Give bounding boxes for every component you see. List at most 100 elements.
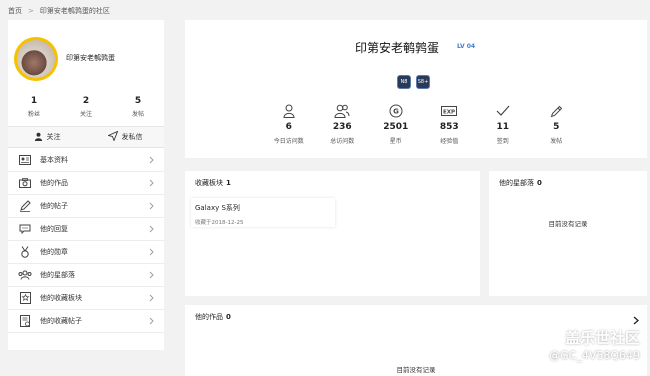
stat-value: 5 [553, 122, 560, 132]
device-badge[interactable]: S8+ [416, 75, 430, 89]
breadcrumb-separator: > [28, 7, 34, 15]
menu-item-label: 基本资料 [40, 156, 68, 164]
profile-stats: 1 粉丝 2 关注 5 发帖 [8, 96, 164, 118]
stat-following-value: 2 [82, 96, 90, 106]
fav-date: 收藏于2018-12-25 [195, 220, 244, 226]
bookmark-post-icon [18, 315, 32, 327]
camera-icon [18, 177, 32, 189]
medal-icon [18, 246, 32, 258]
header-stats: 6 今日访问数 236 总访问数 G 2501 星币 EXP 853 经验值 1… [262, 103, 583, 145]
watermark-brand: 盖乐世社区 [564, 329, 640, 347]
profile-username: 印第安老鹌鹑蛋 [66, 54, 115, 62]
menu-item-label: 他的帖子 [40, 202, 68, 210]
pencil-icon [530, 103, 584, 119]
stat-posts-label: 发帖 [131, 111, 144, 118]
chevron-right-icon [149, 179, 154, 189]
stat-following-label: 关注 [79, 111, 92, 118]
stat-exp: EXP 853 经验值 [423, 103, 477, 145]
stat-fans[interactable]: 1 粉丝 [8, 96, 60, 118]
menu-item-fav-posts[interactable]: 他的收藏帖子 [8, 310, 164, 333]
panel-title-text: 收藏板块 [195, 179, 223, 187]
panel-count: 0 [537, 179, 542, 187]
svg-text:EXP: EXP [443, 110, 455, 116]
menu-item-replies[interactable]: 他的回复 [8, 218, 164, 241]
chevron-right-icon [149, 317, 154, 327]
profile-header: 印第安老鹌鹑蛋 LV 04 N8 S8+ 6 今日访问数 236 总访问数 G … [185, 20, 647, 158]
people-icon [316, 103, 370, 119]
menu-item-label: 他的回复 [40, 225, 68, 233]
stat-following[interactable]: 2 关注 [60, 96, 112, 118]
stat-posts-value: 5 [134, 96, 142, 106]
panel-title: 他的作品 0 [195, 312, 231, 322]
panel-title: 收藏板块 1 [195, 178, 231, 188]
stat-label: 总访问数 [330, 138, 355, 145]
message-button[interactable]: 发私信 [86, 127, 164, 147]
chevron-right-icon [149, 271, 154, 281]
panel-title-text: 他的星部落 [499, 179, 534, 187]
stat-label: 经验值 [440, 138, 459, 145]
panel-count: 0 [226, 313, 231, 321]
svg-text:G: G [393, 108, 399, 116]
profile-sidebar: 印第安老鹌鹑蛋 1 粉丝 2 关注 5 发帖 关注 发私信 基本资料 他的作品 … [8, 20, 164, 350]
exp-icon: EXP [423, 103, 477, 119]
chevron-right-icon [149, 248, 154, 258]
stat-label: 今日访问数 [273, 138, 304, 145]
chevron-right-icon [149, 202, 154, 212]
avatar-image [17, 40, 55, 78]
panel-count: 1 [226, 179, 231, 187]
chevron-right-icon [149, 294, 154, 304]
device-badge[interactable]: N8 [397, 75, 411, 89]
stat-posts[interactable]: 5 发帖 [112, 96, 164, 118]
fav-boards-panel: 收藏板块 1 Galaxy S系列 收藏于2018-12-25 [185, 171, 480, 296]
menu-item-fav-boards[interactable]: 他的收藏板块 [8, 287, 164, 310]
breadcrumb-home[interactable]: 首页 [8, 6, 22, 16]
stat-fans-label: 粉丝 [27, 111, 40, 118]
stat-coins: G 2501 星币 [369, 103, 423, 145]
follow-label: 关注 [46, 133, 61, 141]
level-badge: LV 04 [457, 43, 476, 50]
menu-item-label: 他的收藏帖子 [40, 317, 82, 325]
panel-title: 他的星部落 0 [499, 178, 542, 188]
comment-icon [18, 223, 32, 235]
stat-label: 星币 [389, 138, 402, 145]
message-label: 发私信 [121, 133, 143, 141]
fav-board-card[interactable]: Galaxy S系列 收藏于2018-12-25 [191, 198, 335, 227]
check-icon [476, 103, 530, 119]
chevron-right-icon [149, 225, 154, 235]
menu-item-label: 他的勋章 [40, 248, 68, 256]
menu-item-basic-info[interactable]: 基本资料 [8, 149, 164, 172]
menu-item-works[interactable]: 他的作品 [8, 172, 164, 195]
stat-label: 发帖 [550, 138, 563, 145]
person-icon [262, 103, 316, 119]
stat-value: 11 [496, 122, 510, 132]
menu-item-posts[interactable]: 他的帖子 [8, 195, 164, 218]
menu-item-medals[interactable]: 他的勋章 [8, 241, 164, 264]
group-icon [18, 269, 32, 281]
stat-value: 236 [332, 122, 352, 132]
watermark-user: @GC_4V58Q649 [549, 349, 640, 362]
follow-user-icon [34, 132, 43, 143]
stat-posts-count: 5 发帖 [530, 103, 584, 145]
stat-value: 853 [439, 122, 459, 132]
avatar[interactable] [14, 37, 58, 81]
star-board-icon [18, 292, 32, 304]
stat-value: 6 [285, 122, 292, 132]
menu-item-label: 他的星部落 [40, 271, 75, 279]
page-title: 印第安老鹌鹑蛋 [355, 41, 440, 55]
stat-value: 2501 [383, 122, 409, 132]
breadcrumb: 首页 > 印第安老鹌鹑蛋的社区 [8, 6, 110, 16]
stat-label: 签到 [496, 138, 509, 145]
stat-checkin: 11 签到 [476, 103, 530, 145]
follow-button[interactable]: 关注 [8, 127, 86, 147]
stat-total-visits: 236 总访问数 [316, 103, 370, 145]
breadcrumb-current[interactable]: 印第安老鹌鹑蛋的社区 [40, 6, 110, 16]
send-icon [106, 130, 118, 143]
profile-actions: 关注 发私信 [8, 126, 164, 148]
stat-today-visits: 6 今日访问数 [262, 103, 316, 145]
menu-item-label: 他的作品 [40, 179, 68, 187]
panel-title-text: 他的作品 [195, 313, 223, 321]
star-tribe-panel: 他的星部落 0 目前没有记录 [489, 171, 647, 296]
board-name[interactable]: Galaxy S系列 [195, 203, 331, 213]
menu-item-star-tribe[interactable]: 他的星部落 [8, 264, 164, 287]
profile-menu: 基本资料 他的作品 他的帖子 他的回复 他的勋章 他的星部落 他的收藏板块 他的… [8, 149, 164, 333]
